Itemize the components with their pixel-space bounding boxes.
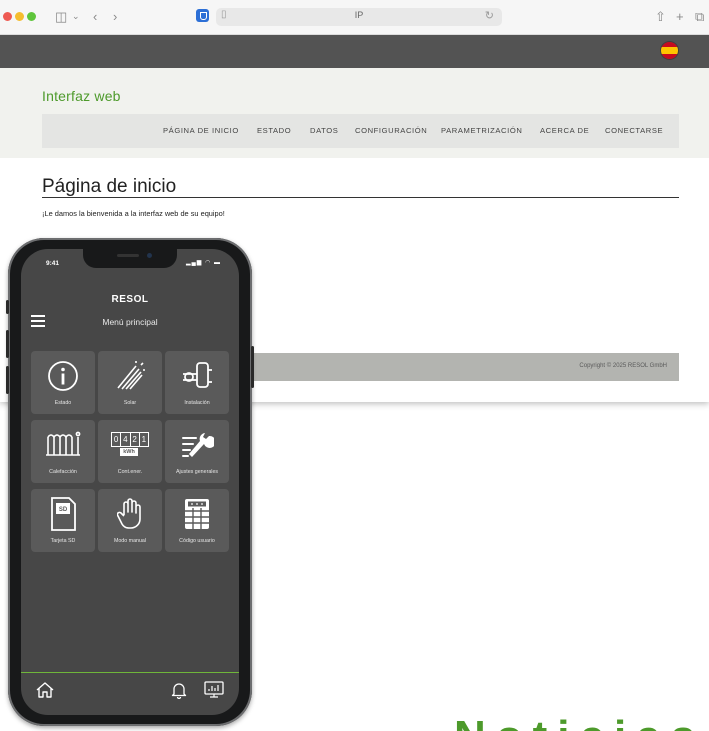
tile-heating[interactable]: Calefacción	[31, 420, 95, 483]
front-camera	[147, 253, 152, 258]
svg-text:SD: SD	[59, 507, 68, 513]
tile-label: Ajustes generales	[175, 469, 219, 475]
site-brand[interactable]: Interfaz web	[42, 88, 121, 104]
tile-label: Cont.ener.	[117, 469, 143, 475]
tab-overview-icon[interactable]: ⧉	[695, 8, 704, 25]
solar-collector-icon	[98, 357, 162, 395]
tile-manual-mode[interactable]: Modo manual	[98, 489, 162, 552]
settings-wrench-icon	[165, 426, 229, 464]
monitor-chart-icon[interactable]	[203, 681, 225, 704]
meter-unit: kWh	[120, 448, 138, 456]
sd-card-icon: SD	[31, 495, 95, 533]
volume-up-button	[6, 330, 9, 358]
phone-notch	[83, 249, 177, 268]
meter-digit: 1	[141, 435, 147, 444]
reload-icon[interactable]: ↻	[485, 9, 494, 22]
app-screen: 9:41 ▂▄▆ ◠ ▬ RESOL Menú principal Estado…	[21, 249, 239, 715]
tile-label: Calefacción	[49, 469, 77, 475]
nav-home[interactable]: PÁGINA DE INICIO	[163, 126, 239, 135]
tile-estado[interactable]: Estado	[31, 351, 95, 414]
green-heading-fragment: Noticias	[454, 715, 709, 731]
address-bar[interactable]: ▯ IP ↻	[216, 8, 502, 26]
share-icon[interactable]: ⇧	[655, 8, 666, 25]
nav-configuration[interactable]: CONFIGURACIÓN	[355, 126, 427, 135]
tabbar-divider	[21, 672, 239, 673]
welcome-text: ¡Le damos la bienvenida a la interfaz we…	[42, 209, 225, 218]
meter-display: 0 4 2 1 kWh	[111, 432, 149, 458]
meter-digit: 4	[121, 433, 131, 446]
mute-switch	[6, 300, 9, 314]
home-icon[interactable]	[35, 681, 55, 704]
page-title: Página de inicio	[42, 176, 177, 197]
energy-meter-icon: 0 4 2 1 kWh	[98, 426, 162, 464]
browser-toolbar: ◫ ⌄ ‹ › ▯ IP ↻ ⇧ + ⧉	[0, 0, 709, 35]
tile-label: Solar	[123, 400, 137, 406]
tile-label: Modo manual	[113, 538, 147, 544]
app-menu-title: Menú principal	[102, 317, 158, 327]
sidebar-toggle-icon[interactable]: ◫	[55, 8, 67, 25]
copyright-text: Copyright © 2025 RESOL GmbH	[579, 363, 667, 369]
nav-login[interactable]: CONECTARSE	[605, 126, 663, 135]
bell-icon[interactable]	[171, 681, 187, 704]
address-text: IP	[354, 10, 364, 20]
nav-status[interactable]: ESTADO	[257, 126, 291, 135]
forward-arrow-icon[interactable]: ›	[113, 8, 117, 25]
info-icon	[31, 357, 95, 395]
tile-user-code[interactable]: Código usuario	[165, 489, 229, 552]
tile-sd-card[interactable]: SD Tarjeta SD	[31, 489, 95, 552]
zoom-window-button[interactable]	[27, 12, 36, 21]
app-logo: RESOL	[111, 294, 149, 305]
tile-energy-meter[interactable]: 0 4 2 1 kWh Cont.ener.	[98, 420, 162, 483]
minimize-window-button[interactable]	[15, 12, 24, 21]
status-time: 9:41	[46, 260, 60, 267]
installation-icon	[165, 357, 229, 395]
tile-label: Tarjeta SD	[50, 538, 76, 544]
new-tab-icon[interactable]: +	[676, 8, 684, 25]
nav-about[interactable]: ACERCA DE	[540, 126, 589, 135]
tile-installation[interactable]: Instalación	[165, 351, 229, 414]
back-arrow-icon[interactable]: ‹	[93, 8, 97, 25]
tile-general-settings[interactable]: Ajustes generales	[165, 420, 229, 483]
volume-down-button	[6, 366, 9, 394]
privacy-shield-icon[interactable]	[196, 9, 209, 22]
meter-digit: 0	[112, 433, 122, 446]
power-button	[251, 346, 254, 388]
hand-icon	[98, 495, 162, 533]
nav-data[interactable]: DATOS	[310, 126, 338, 135]
tile-label: Código usuario	[179, 538, 215, 544]
site-header: Interfaz web PÁGINA DE INICIO ESTADO DAT…	[0, 68, 709, 158]
spain-flag-icon[interactable]	[661, 42, 678, 59]
tile-label: Estado	[54, 400, 72, 406]
close-window-button[interactable]	[3, 12, 12, 21]
main-navigation: PÁGINA DE INICIO ESTADO DATOS CONFIGURAC…	[42, 114, 679, 148]
tile-label: Instalación	[184, 400, 210, 406]
radiator-icon	[31, 426, 95, 464]
status-indicators-icon: ▂▄▆ ◠ ▬	[185, 260, 221, 266]
smartphone: 9:41 ▂▄▆ ◠ ▬ RESOL Menú principal Estado…	[6, 238, 254, 726]
chevron-down-icon[interactable]: ⌄	[72, 8, 80, 25]
speaker-grille	[117, 254, 139, 257]
site-top-bar	[0, 35, 709, 68]
meter-digit: 2	[131, 433, 140, 446]
keypad-icon	[165, 495, 229, 533]
title-divider	[42, 197, 679, 198]
nav-parametrization[interactable]: PARAMETRIZACIÓN	[441, 126, 522, 135]
tile-solar[interactable]: Solar	[98, 351, 162, 414]
